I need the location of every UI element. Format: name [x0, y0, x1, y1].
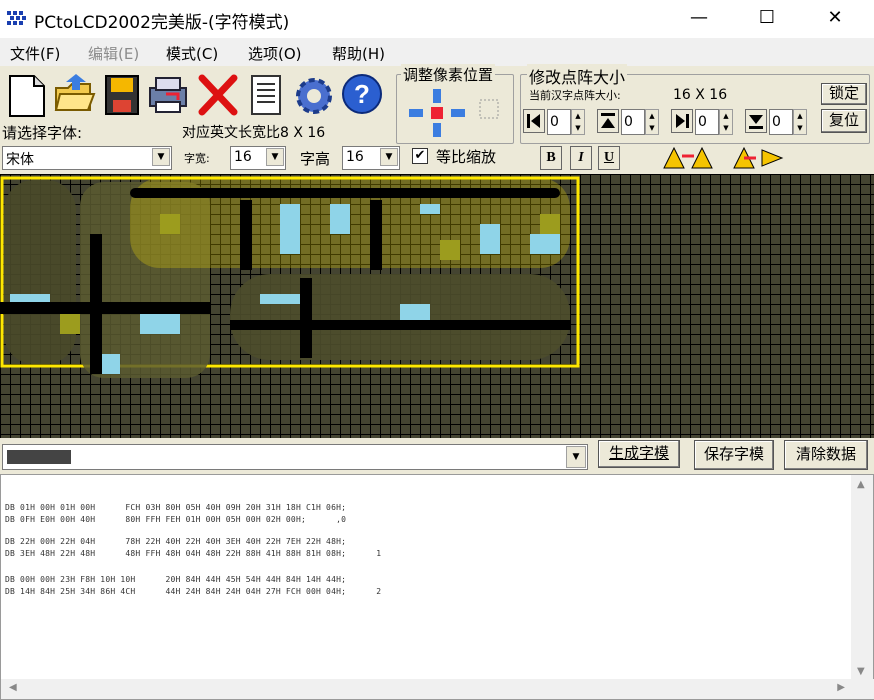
matrix-size-title: 修改点阵大小: [527, 64, 628, 88]
right-expand-icon[interactable]: [671, 109, 693, 133]
output-format-select[interactable]: ▼: [2, 444, 588, 470]
flip-horizontal-icon[interactable]: [660, 144, 716, 172]
code-line: DB 01H 00H 01H 00H FCH 03H 80H 05H 40H 0…: [5, 503, 347, 512]
proportional-label: 等比缩放: [436, 148, 497, 166]
code-line: DB 0FH E0H 00H 40H 80H FFH FEH 01H 00H 0…: [5, 515, 347, 524]
scroll-right-icon[interactable]: ▶: [837, 682, 845, 693]
code-line: DB 3EH 48H 22H 48H 48H FFH 48H 04H 48H 2…: [5, 549, 382, 558]
matrix-size-group: 修改点阵大小 当前汉字点阵大小: 16 X 16 锁定 复位 0 ▲ ▼ 0 ▲ ▼…: [520, 64, 870, 144]
menu-options[interactable]: 选项(O): [248, 43, 302, 64]
close-button[interactable]: ✕: [806, 0, 864, 38]
scroll-down-icon[interactable]: ▼: [857, 666, 865, 677]
right-spin-input[interactable]: 0: [695, 109, 719, 135]
top-expand-icon[interactable]: [597, 109, 619, 133]
height-label: 字高: [300, 150, 331, 168]
bottom-spin-input[interactable]: 0: [769, 109, 793, 135]
new-file-icon[interactable]: [4, 70, 48, 118]
app-icon: [6, 9, 28, 27]
code-line: DB 22H 00H 22H 04H 78H 22H 40H 22H 40H 3…: [5, 537, 347, 546]
glyph-preview: [0, 176, 580, 378]
bottom-spin-arrows[interactable]: ▲ ▼: [793, 109, 807, 135]
current-matrix-label: 当前汉字点阵大小:: [529, 89, 621, 102]
lock-button[interactable]: 锁定: [821, 83, 867, 105]
underline-button[interactable]: U: [598, 146, 620, 170]
ratio-label: 对应英文长宽比8 X 16: [182, 125, 326, 141]
scroll-up-icon[interactable]: ▲: [857, 479, 865, 490]
code-line: DB 00H 00H 23H F8H 10H 10H 20H 84H 44H 4…: [5, 575, 347, 584]
bottom-expand-icon[interactable]: [745, 109, 767, 133]
pixel-adjust-title: 调整像素位置: [401, 64, 496, 85]
dot-matrix-canvas[interactable]: [0, 174, 874, 438]
width-select-value: 16: [234, 149, 252, 165]
printer-icon[interactable]: [146, 70, 190, 118]
save-disk-icon[interactable]: [100, 70, 144, 118]
settings-gear-icon[interactable]: [292, 70, 336, 118]
help-question-icon[interactable]: ?: [340, 70, 384, 118]
clear-data-button[interactable]: 清除数据: [784, 440, 868, 470]
height-select-value: 16: [346, 149, 364, 165]
minimize-button[interactable]: —: [670, 0, 728, 38]
chevron-down-icon[interactable]: ▼: [566, 446, 586, 468]
chevron-down-icon[interactable]: ▼: [266, 148, 284, 166]
font-select[interactable]: 宋体 ▼: [2, 146, 172, 170]
center-dotted-icon[interactable]: [477, 97, 501, 121]
top-spin-arrows[interactable]: ▲ ▼: [645, 109, 659, 135]
action-bar: ▼ 生成字模 保存字模 清除数据: [0, 438, 874, 474]
menu-edit[interactable]: 编辑(E): [88, 43, 139, 64]
left-spin-input[interactable]: 0: [547, 109, 571, 135]
horizontal-scrollbar[interactable]: ◀ ▶: [1, 679, 874, 699]
reset-button[interactable]: 复位: [821, 109, 867, 133]
width-label: 字宽:: [184, 152, 210, 165]
notepad-icon[interactable]: [244, 70, 288, 118]
svg-text:?: ?: [354, 79, 370, 109]
window-title: PCtoLCD2002完美版-(字符模式): [34, 13, 290, 33]
delete-x-icon[interactable]: [196, 70, 240, 118]
choose-font-label: 请选择字体:: [2, 124, 83, 142]
font-select-value: 宋体: [6, 152, 34, 168]
open-folder-icon[interactable]: [52, 70, 96, 118]
maximize-button[interactable]: ☐: [738, 0, 796, 38]
scroll-left-icon[interactable]: ◀: [9, 682, 17, 693]
proportional-checkbox[interactable]: ✔: [412, 148, 428, 164]
redacted-value: [7, 450, 71, 464]
right-spin-arrows[interactable]: ▲ ▼: [719, 109, 733, 135]
pixel-adjust-group: 调整像素位置: [396, 64, 514, 144]
menu-mode[interactable]: 模式(C): [166, 43, 218, 64]
left-spin-arrows[interactable]: ▲ ▼: [571, 109, 585, 135]
menu-bar: 文件(F) 编辑(E) 模式(C) 选项(O) 帮助(H): [0, 38, 874, 66]
current-matrix-value: 16 X 16: [673, 87, 728, 103]
chevron-down-icon[interactable]: ▼: [380, 148, 398, 166]
italic-button[interactable]: I: [570, 146, 592, 170]
bold-button[interactable]: B: [540, 146, 562, 170]
title-bar: PCtoLCD2002完美版-(字符模式) — ☐ ✕: [0, 0, 874, 38]
height-select[interactable]: 16 ▼: [342, 146, 400, 170]
top-spin-input[interactable]: 0: [621, 109, 645, 135]
save-font-button[interactable]: 保存字模: [694, 440, 774, 470]
left-expand-icon[interactable]: [523, 109, 545, 133]
code-line: DB 14H 84H 25H 34H 86H 4CH 44H 24H 84H 2…: [5, 587, 382, 596]
menu-help[interactable]: 帮助(H): [332, 43, 385, 64]
width-select[interactable]: 16 ▼: [230, 146, 286, 170]
move-arrows-icon[interactable]: [407, 87, 467, 139]
chevron-down-icon[interactable]: ▼: [152, 148, 170, 166]
flip-vertical-icon[interactable]: [730, 144, 788, 172]
generate-button[interactable]: 生成字模: [598, 440, 680, 468]
output-textarea[interactable]: DB 01H 00H 01H 00H FCH 03H 80H 05H 40H 0…: [0, 474, 874, 700]
vertical-scrollbar[interactable]: ▲ ▼: [851, 475, 873, 681]
menu-file[interactable]: 文件(F): [10, 43, 60, 64]
